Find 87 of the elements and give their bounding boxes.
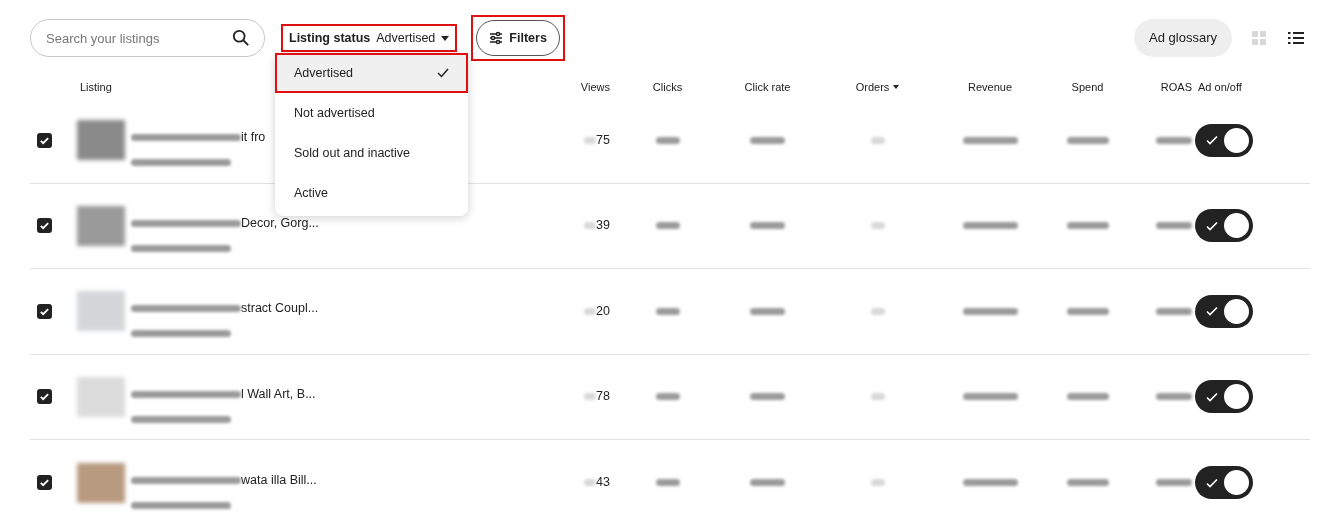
column-header[interactable]: Orders	[855, 78, 900, 96]
list-view-icon[interactable]	[1288, 31, 1304, 45]
photo-placeholder	[77, 205, 125, 246]
toggle-switch[interactable]	[1195, 380, 1253, 414]
photo-placeholder	[77, 376, 125, 417]
blurred-value	[584, 307, 597, 315]
blurred-value	[655, 393, 680, 401]
checkmark-icon	[437, 68, 449, 78]
blurred-value	[584, 222, 597, 230]
sliders-icon	[489, 31, 504, 45]
search-icon	[232, 29, 250, 47]
blurred-value	[1156, 307, 1192, 315]
blurred-value	[655, 307, 680, 315]
blurred-value	[870, 479, 885, 487]
blurred-value	[750, 393, 785, 401]
toggle-switch[interactable]	[1195, 123, 1253, 157]
blurred-value	[655, 136, 680, 144]
sort-caret-icon	[893, 85, 900, 89]
blurred-value	[750, 479, 785, 487]
listing-title[interactable]: Decor, Gorg...	[241, 213, 319, 233]
blurred-value	[1066, 479, 1109, 487]
blurred-value	[870, 307, 885, 315]
blurred-value	[584, 393, 597, 401]
views-value: 78	[596, 388, 610, 406]
caret-icon	[441, 35, 450, 41]
column-header[interactable]: Views	[580, 78, 610, 96]
blurred-value	[1066, 136, 1109, 144]
menu-option[interactable]: Advertised	[275, 53, 468, 93]
checkmark-icon	[39, 391, 50, 403]
blurred-value	[750, 136, 785, 144]
blurred-value	[962, 393, 1018, 401]
views-value: 20	[596, 302, 610, 320]
blurred-value	[1066, 393, 1109, 401]
checkbox[interactable]	[37, 218, 52, 234]
listing-title[interactable]: wata illa Bill...	[241, 470, 317, 490]
blurred-value	[962, 479, 1018, 487]
blurred-value	[962, 307, 1018, 315]
blurred-value	[870, 393, 885, 401]
views-value: 75	[596, 131, 610, 149]
column-header[interactable]: Listing	[80, 78, 112, 96]
blurred-value	[1156, 479, 1192, 487]
listing-title[interactable]: l Wall Art, B...	[241, 384, 316, 404]
search-field[interactable]: Search your listings	[30, 19, 265, 57]
checkbox[interactable]	[37, 132, 52, 148]
blurred-value	[870, 136, 885, 144]
blurred-value	[962, 222, 1018, 230]
status-dropdown[interactable]: Listing status Advertised	[281, 24, 458, 52]
ad-glossary-button[interactable]: Ad glossary	[1134, 19, 1232, 57]
photo-placeholder	[77, 120, 125, 161]
status-value: Advertised	[376, 29, 436, 47]
column-header[interactable]: Clicks	[652, 78, 683, 96]
blurred-value	[1066, 307, 1109, 315]
checkbox[interactable]	[37, 303, 52, 319]
views-value: 39	[596, 217, 610, 235]
checkmark-icon	[39, 220, 50, 232]
checkbox[interactable]	[37, 389, 52, 405]
column-header[interactable]: Spend	[1071, 78, 1104, 96]
menu-option[interactable]: Active	[275, 173, 468, 213]
listing-title[interactable]: stract Coupl...	[241, 299, 319, 319]
blurred-value	[962, 136, 1018, 144]
toggle-switch[interactable]	[1195, 209, 1253, 243]
toggle-switch[interactable]	[1195, 294, 1253, 328]
toggle-switch[interactable]	[1195, 466, 1253, 500]
blurred-value	[584, 479, 597, 487]
column-header[interactable]: Click rate	[744, 78, 791, 96]
blurred-value	[750, 222, 785, 230]
column-header[interactable]: ROAS	[1160, 78, 1192, 96]
photo-placeholder	[77, 291, 125, 332]
blurred-value	[1156, 136, 1192, 144]
blurred-value	[870, 222, 885, 230]
blurred-value	[1156, 222, 1192, 230]
status-label: Listing status	[289, 29, 371, 47]
blurred-value	[750, 307, 785, 315]
photo-placeholder	[77, 462, 125, 503]
checkbox[interactable]	[37, 475, 52, 491]
blurred-value	[655, 479, 680, 487]
blurred-value	[1066, 222, 1109, 230]
blurred-value	[1156, 393, 1192, 401]
blurred-value	[584, 136, 597, 144]
column-header[interactable]: Revenue	[967, 78, 1012, 96]
blurred-value	[655, 222, 680, 230]
menu-option[interactable]: Not advertised	[275, 93, 468, 133]
menu-option[interactable]: Sold out and inactive	[275, 133, 468, 173]
listing-title[interactable]: it fro	[241, 128, 266, 148]
views-value: 43	[596, 474, 610, 492]
checkmark-icon	[39, 477, 50, 489]
column-header[interactable]: Ad on/off	[1198, 78, 1242, 96]
